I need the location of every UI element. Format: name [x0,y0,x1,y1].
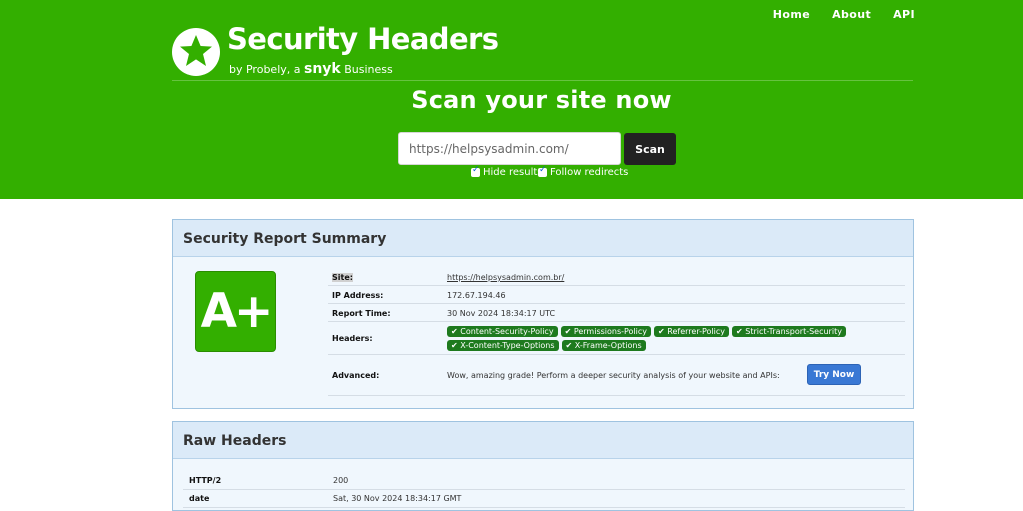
nav-home[interactable]: Home [773,8,810,21]
table-row: HTTP/2 200 [183,472,905,490]
ip-value: 172.67.194.46 [447,290,506,300]
grade-badge: A+ [195,271,276,352]
raw-header-value: Sat, 30 Nov 2024 18:34:17 GMT [333,494,462,503]
nav-about[interactable]: About [832,8,871,21]
report-time-row: Report Time: 30 Nov 2024 18:34:17 UTC [328,305,905,322]
header-badge: ✔ Content-Security-Policy [447,325,558,337]
raw-header-value: 200 [333,476,349,485]
header-badge: ✔ X-Content-Type-Options [447,339,559,351]
top-nav: Home About API [773,8,915,21]
scan-button[interactable]: Scan [624,133,676,165]
brand-subtitle-prefix: by Probely, a [229,63,304,76]
hero-divider [172,80,913,81]
security-report-summary: Security Report Summary A+ Site: https:/… [172,219,914,409]
raw-header-key: HTTP/2 [189,476,222,485]
snyk-wordmark: snyk [304,61,341,77]
brand-subtitle: by Probely, a snyk Business [229,61,393,77]
header-badge: ✔ Referrer-Policy [654,325,729,337]
hide-results-checkbox[interactable] [471,165,480,177]
hero-banner: Home About API Security Headers by Probe… [0,0,1023,199]
table-row: date Sat, 30 Nov 2024 18:34:17 GMT [183,490,905,508]
star-logo-icon[interactable] [172,28,220,76]
header-badge: ✔ Strict-Transport-Security [732,325,846,337]
follow-redirects-option[interactable]: Follow redirects [538,165,629,178]
report-time-value: 30 Nov 2024 18:34:17 UTC [447,308,556,318]
site-row: Site: https://helpsysadmin.com.br/ [328,270,905,286]
header-badges: ✔ Content-Security-Policy ✔ Permissions-… [447,325,847,351]
scan-url-input[interactable] [398,132,621,165]
advanced-text: Wow, amazing grade! Perform a deeper sec… [447,371,780,380]
scan-heading: Scan your site now [411,86,672,114]
report-time-label: Report Time: [332,308,391,318]
nav-api[interactable]: API [893,8,915,21]
summary-title: Security Report Summary [173,220,913,257]
raw-headers-panel: Raw Headers HTTP/2 200 date Sat, 30 Nov … [172,421,914,511]
ip-label: IP Address: [332,290,384,300]
follow-redirects-checkbox[interactable] [538,165,547,177]
brand-subtitle-suffix: Business [340,63,393,76]
advanced-label: Advanced: [332,371,380,380]
header-badge: ✔ X-Frame-Options [561,339,646,351]
raw-headers-title: Raw Headers [173,422,913,459]
brand-title[interactable]: Security Headers [227,22,499,56]
hide-results-label: Hide results [483,167,543,178]
raw-header-key: date [189,494,210,503]
follow-redirects-label: Follow redirects [550,167,629,178]
ip-row: IP Address: 172.67.194.46 [328,287,905,304]
header-badge: ✔ Permissions-Policy [560,325,652,337]
site-label: Site: [332,273,353,282]
try-now-button[interactable]: Try Now [807,364,861,385]
hide-results-option[interactable]: Hide results [471,165,543,178]
headers-row: Headers: ✔ Content-Security-Policy ✔ Per… [328,322,905,355]
headers-label: Headers: [332,333,373,343]
site-link[interactable]: https://helpsysadmin.com.br/ [447,273,564,282]
